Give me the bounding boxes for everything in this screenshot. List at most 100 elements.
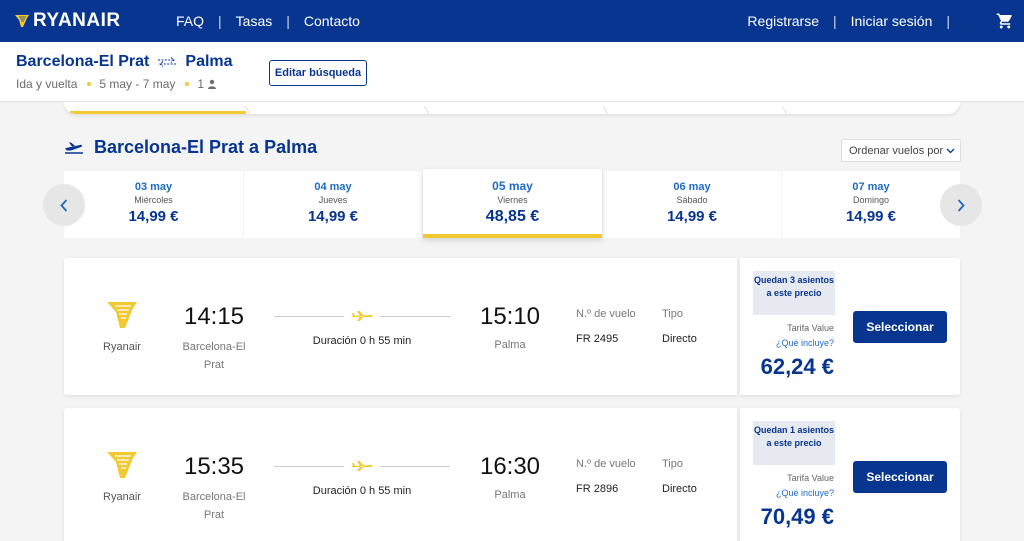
date-label: 03 may	[134, 181, 173, 193]
destination-name: Palma	[185, 53, 233, 70]
section-title: Barcelona-El Prat a Palma	[64, 137, 317, 158]
plane-icon	[352, 311, 373, 321]
flight-price: 70,49 €	[760, 504, 834, 529]
route-line	[380, 316, 450, 317]
date-option[interactable]: 06 may Sábado 14,99 €	[603, 171, 781, 238]
departure-city: Barcelona-El Prat	[182, 341, 246, 371]
price-panel: Quedan 3 asientos a este precio Tarifa V…	[740, 258, 960, 395]
strip-divider	[423, 106, 430, 114]
departure-plane-icon	[65, 142, 83, 154]
date-price: 14,99 €	[307, 208, 359, 225]
main-nav: FAQ | Tasas | Contacto	[176, 0, 360, 42]
strip-divider	[602, 106, 609, 114]
departure-time: 15:35	[183, 453, 245, 480]
nav-separator: |	[218, 13, 222, 29]
route-title: Barcelona-El Prat Palma	[16, 53, 233, 71]
account-nav: Registrarse | Iniciar sesión |	[747, 0, 964, 42]
chevron-left-icon	[60, 198, 68, 212]
trip-type: Ida y vuelta	[16, 77, 78, 91]
ryanair-harp-icon	[107, 302, 137, 328]
date-label: 04 may	[314, 181, 352, 193]
airline-name: Ryanair	[103, 341, 141, 353]
date-label: 05 may	[492, 179, 533, 193]
section-title-text: Barcelona-El Prat a Palma	[94, 137, 318, 157]
flight-number: FR 2495	[576, 333, 619, 345]
date-label: 07 may	[852, 181, 890, 193]
sort-label: Ordenar vuelos por	[849, 144, 944, 157]
cart-icon[interactable]	[996, 12, 1014, 35]
select-flight-button[interactable]: Seleccionar	[853, 311, 947, 343]
arrival-time: 15:10	[479, 303, 541, 330]
flight-number: FR 2896	[576, 483, 619, 495]
arrival-city: Palma	[494, 339, 526, 351]
flight-type-label: Tipo	[662, 458, 683, 470]
flight-details[interactable]: Ryanair 15:35 Barcelona-El Prat Duración…	[64, 408, 737, 541]
passenger-count: 1	[197, 77, 205, 91]
weekday-label: Viernes	[497, 195, 528, 205]
top-nav: RYANAIR FAQ | Tasas | Contacto Registrar…	[0, 0, 1024, 42]
brand-name: RYANAIR	[33, 10, 121, 31]
route-line	[380, 466, 450, 467]
weekday-label: Miércoles	[134, 195, 173, 205]
departure-city: Barcelona-El Prat	[182, 491, 246, 521]
select-flight-button[interactable]: Seleccionar	[853, 461, 947, 493]
flight-type-label: Tipo	[662, 308, 683, 320]
fare-includes-link[interactable]: ¿Qué incluye?	[740, 338, 834, 348]
nav-contacto[interactable]: Contacto	[304, 13, 360, 29]
nav-faq[interactable]: FAQ	[176, 13, 204, 29]
flight-card: Ryanair 14:15 Barcelona-El Prat Duración…	[64, 258, 960, 395]
route-meta: Ida y vuelta 5 may - 7 may 1	[16, 77, 217, 91]
collapsed-panel-strip	[64, 102, 960, 114]
nav-separator: |	[286, 13, 290, 29]
price-panel: Quedan 1 asientos a este precio Tarifa V…	[740, 408, 960, 541]
flight-card: Ryanair 15:35 Barcelona-El Prat Duración…	[64, 408, 960, 541]
sort-dropdown[interactable]: Ordenar vuelos por	[841, 139, 961, 162]
fare-name: Tarifa Value	[787, 473, 834, 483]
search-summary: Barcelona-El Prat Palma Ida y vuelta 5 m…	[0, 42, 1024, 102]
nav-separator: |	[946, 13, 950, 29]
airline-name: Ryanair	[103, 491, 141, 503]
flight-duration: Duración 0 h 55 min	[312, 335, 412, 347]
person-icon	[208, 79, 217, 89]
chevron-right-icon	[957, 198, 965, 212]
flight-type: Directo	[662, 333, 697, 345]
seats-left-badge: Quedan 3 asientos a este precio	[753, 271, 835, 315]
date-price: 14,99 €	[666, 208, 718, 225]
edit-search-button[interactable]: Editar búsqueda	[269, 60, 367, 86]
swap-arrows-icon	[157, 57, 177, 67]
carousel-next-button[interactable]	[940, 184, 982, 226]
route-line	[274, 466, 344, 467]
trip-dates: 5 may - 7 may	[99, 77, 176, 91]
harp-icon	[15, 15, 29, 27]
login-link[interactable]: Iniciar sesión	[851, 13, 933, 29]
date-option[interactable]: 03 may Miércoles 14,99 €	[64, 171, 243, 238]
weekday-label: Domingo	[852, 195, 890, 205]
weekday-label: Sábado	[676, 195, 708, 205]
meta-separator	[185, 82, 190, 86]
flight-details[interactable]: Ryanair 14:15 Barcelona-El Prat Duración…	[64, 258, 737, 395]
carousel-prev-button[interactable]	[43, 184, 85, 226]
date-option[interactable]: 04 may Jueves 14,99 €	[244, 171, 422, 238]
weekday-label: Jueves	[318, 195, 348, 205]
ryanair-logo[interactable]: RYANAIR	[14, 10, 121, 32]
meta-separator	[87, 82, 92, 86]
flight-type: Directo	[662, 483, 697, 495]
ryanair-harp-icon	[107, 452, 137, 478]
fare-name: Tarifa Value	[787, 323, 834, 333]
fare-includes-link[interactable]: ¿Qué incluye?	[740, 488, 834, 498]
flight-number-label: N.º de vuelo	[576, 458, 636, 470]
nav-separator: |	[833, 13, 837, 29]
strip-divider	[781, 106, 788, 114]
register-link[interactable]: Registrarse	[747, 13, 819, 29]
date-price: 14,99 €	[845, 208, 897, 225]
date-option[interactable]: 07 may Domingo 14,99 €	[782, 171, 960, 238]
selected-date-indicator	[423, 234, 602, 238]
origin-name: Barcelona-El Prat	[16, 53, 150, 70]
route-line	[274, 316, 344, 317]
date-option-selected[interactable]: 05 may Viernes 48,85 €	[423, 169, 602, 238]
date-label: 06 may	[673, 181, 711, 193]
date-price: 48,85 €	[485, 208, 540, 225]
nav-tasas[interactable]: Tasas	[236, 13, 273, 29]
arrival-city: Palma	[494, 489, 526, 501]
seats-left-badge: Quedan 1 asientos a este precio	[753, 421, 835, 465]
